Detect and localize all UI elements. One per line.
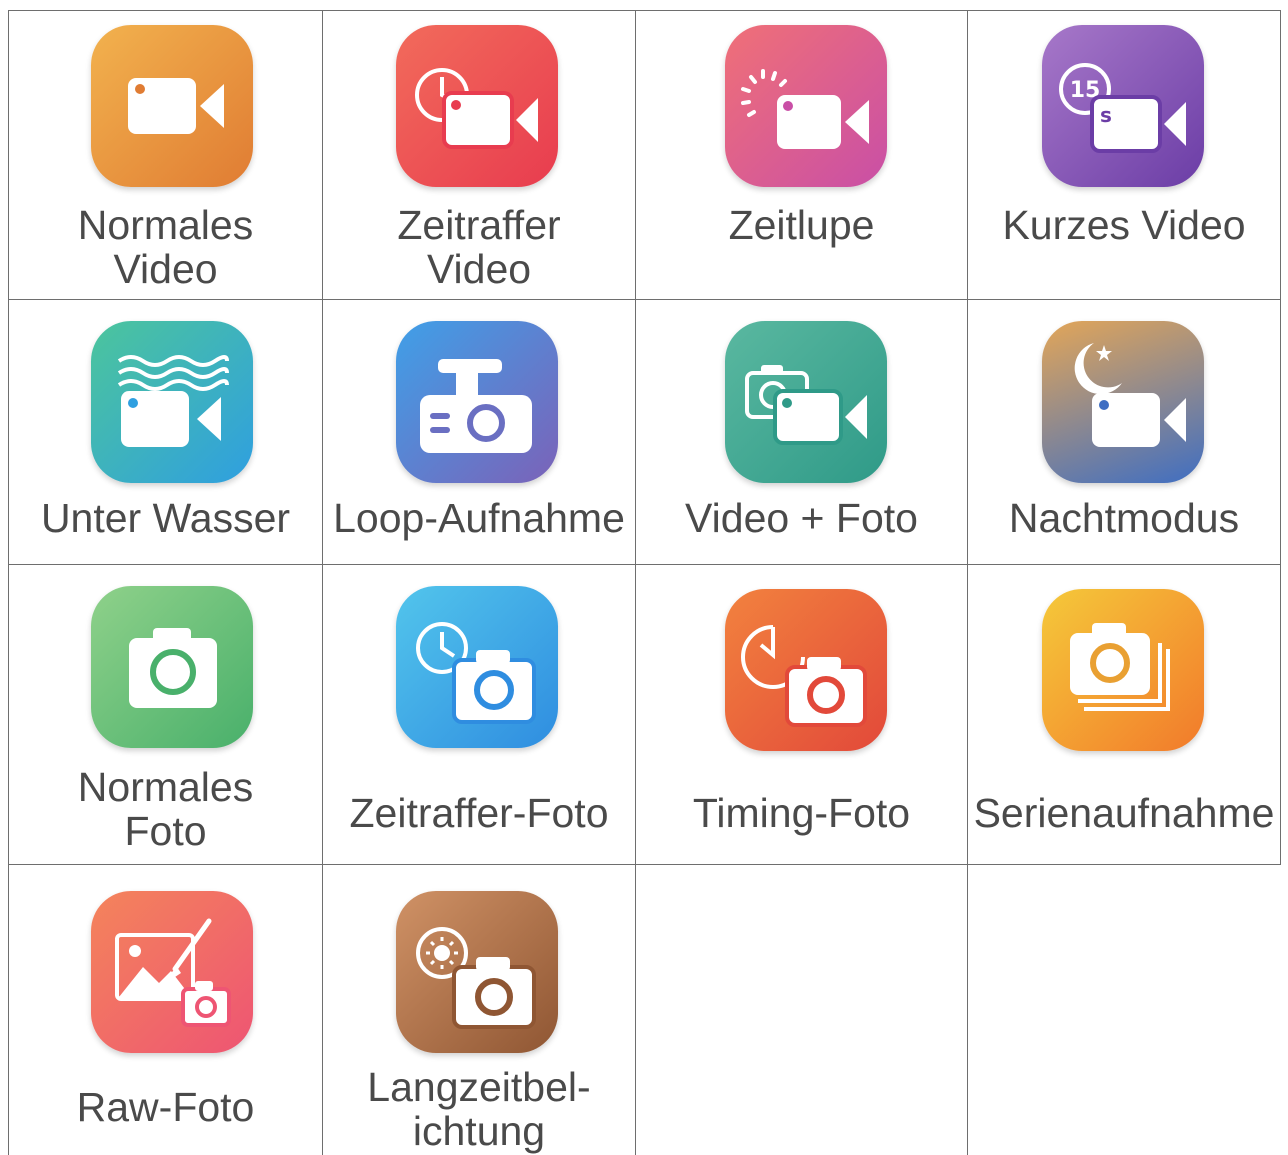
mode-short-video[interactable]: 15 s Kurzes Video xyxy=(968,11,1280,299)
mode-timelapse-photo[interactable]: Zeitraffer-Foto xyxy=(323,565,635,864)
long-exposure-icon xyxy=(396,891,558,1053)
video-photo-icon xyxy=(725,321,887,483)
slow-motion-icon xyxy=(725,25,887,187)
mode-underwater[interactable]: Unter Wasser xyxy=(9,300,322,564)
mode-normal-video[interactable]: Normales Video xyxy=(9,11,322,299)
mode-raw-photo[interactable]: Raw-Foto xyxy=(9,865,322,1155)
mode-label: Raw-Foto xyxy=(76,1084,255,1130)
mode-label: Normales Video xyxy=(77,202,254,292)
mode-label: Nachtmodus xyxy=(1008,495,1240,541)
mode-label: Normales Foto xyxy=(77,764,254,854)
mode-label: Zeitraffer Video xyxy=(397,202,561,292)
mode-label: Kurzes Video xyxy=(1002,202,1246,248)
mode-label: Langzeitbel-ichtung xyxy=(367,1064,591,1154)
mode-burst[interactable]: Serienaufnahme xyxy=(968,565,1280,864)
mode-slow-motion[interactable]: Zeitlupe xyxy=(636,11,967,299)
night-mode-icon xyxy=(1042,321,1204,483)
timelapse-video-icon xyxy=(396,25,558,187)
mode-video-photo[interactable]: Video + Foto xyxy=(636,300,967,564)
camera-icon xyxy=(91,586,253,748)
mode-timelapse-video[interactable]: Zeitraffer Video xyxy=(323,11,635,299)
mode-long-exposure[interactable]: Langzeitbel-ichtung xyxy=(323,865,635,1155)
underwater-icon xyxy=(91,321,253,483)
video-camera-icon xyxy=(91,25,253,187)
timelapse-photo-icon xyxy=(396,586,558,748)
mode-label: Zeitlupe xyxy=(728,202,875,248)
short-video-icon: 15 s xyxy=(1042,25,1204,187)
raw-photo-icon xyxy=(91,891,253,1053)
mode-label: Timing-Foto xyxy=(692,790,911,836)
burst-photo-icon xyxy=(1042,589,1204,751)
svg-text:s: s xyxy=(1100,103,1112,127)
mode-night-mode[interactable]: Nachtmodus xyxy=(968,300,1280,564)
mode-label: Loop-Aufnahme xyxy=(333,495,625,541)
mode-timing-photo[interactable]: Timing-Foto xyxy=(636,565,967,864)
timer-photo-icon xyxy=(725,589,887,751)
mode-label: Serienaufnahme xyxy=(973,790,1275,836)
mode-label: Zeitraffer-Foto xyxy=(349,790,609,836)
mode-label: Unter Wasser xyxy=(40,495,291,541)
dashcam-icon xyxy=(396,321,558,483)
mode-normal-photo[interactable]: Normales Foto xyxy=(9,565,322,864)
mode-label: Video + Foto xyxy=(685,495,918,541)
mode-loop-recording[interactable]: Loop-Aufnahme xyxy=(323,300,635,564)
grid-divider xyxy=(1280,10,1281,864)
